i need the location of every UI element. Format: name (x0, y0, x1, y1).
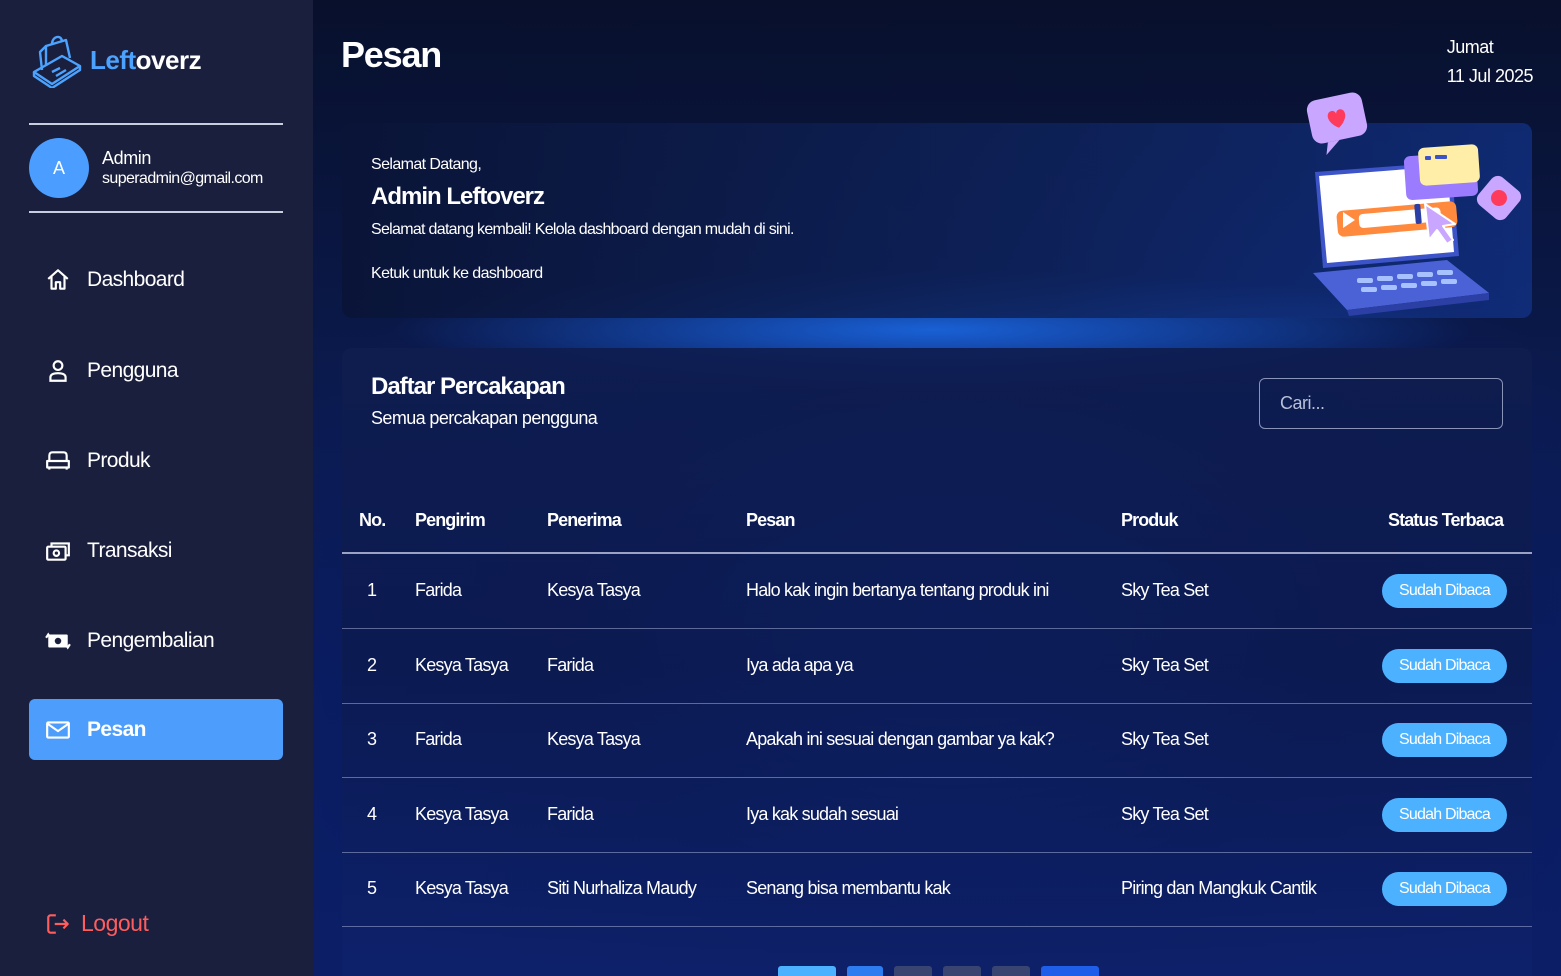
sidebar-item-label: Transaksi (87, 538, 172, 562)
sidebar-item-pengguna[interactable]: Pengguna (29, 340, 283, 401)
table-row[interactable]: 5 Kesya Tasya Siti Nurhaliza Maudy Senan… (342, 852, 1532, 927)
search-input[interactable] (1280, 393, 1512, 414)
cell-receiver: Kesya Tasya (547, 729, 641, 749)
divider (29, 123, 283, 125)
cell-sender: Kesya Tasya (415, 804, 509, 824)
dashboard-link[interactable]: Ketuk untuk ke dashboard (371, 265, 543, 283)
status-badge: Sudah Dibaca (1382, 723, 1507, 757)
avatar: A (29, 138, 89, 198)
pagination-page-button[interactable] (894, 966, 932, 976)
refund-icon (45, 632, 71, 649)
cell-product: Piring dan Mangkuk Cantik (1121, 878, 1317, 898)
cell-receiver: Kesya Tasya (547, 580, 641, 600)
table-header: No. Pengirim Penerima Pesan Produk Statu… (342, 498, 1532, 554)
cell-sender: Farida (415, 729, 462, 749)
logout-icon (47, 913, 69, 934)
column-header: Produk (1121, 510, 1179, 530)
cell-receiver: Farida (547, 804, 594, 824)
table-row[interactable]: 3 Farida Kesya Tasya Apakah ini sesuai d… (342, 703, 1532, 778)
user-icon (49, 359, 67, 382)
user-email: superadmin@gmail.com (102, 170, 263, 187)
conversations-title: Daftar Percakapan (371, 373, 566, 400)
sidebar-item-dashboard[interactable]: Dashboard (29, 249, 283, 310)
status-badge: Sudah Dibaca (1382, 649, 1507, 683)
conversations-card: Daftar Percakapan Semua percakapan pengg… (342, 348, 1532, 976)
cell-sender: Kesya Tasya (415, 655, 509, 675)
column-header: Pesan (746, 510, 795, 530)
sidebar: Leftoverz A Admin superadmin@gmail.com D… (0, 0, 313, 976)
sidebar-item-label: Produk (87, 448, 151, 472)
sidebar-item-pengembalian[interactable]: Pengembalian (29, 610, 283, 671)
column-header: Pengirim (415, 510, 486, 530)
welcome-banner: Selamat Datang, Admin Leftoverz Selamat … (342, 92, 1532, 318)
welcome-greeting: Selamat Datang, (371, 156, 482, 173)
table-row[interactable]: 1 Farida Kesya Tasya Halo kak ingin bert… (342, 554, 1532, 629)
pagination-prev-button[interactable] (778, 966, 836, 976)
cell-message: Apakah ini sesuai dengan gambar ya kak? (746, 729, 1055, 749)
logout-button[interactable]: Logout (45, 910, 149, 937)
cell-message: Iya ada apa ya (746, 655, 854, 675)
cell-no: 1 (367, 580, 377, 600)
cell-sender: Kesya Tasya (415, 878, 509, 898)
money-icon (46, 541, 70, 561)
current-date-value: 11 Jul 2025 (1446, 66, 1534, 86)
cell-no: 2 (367, 655, 377, 675)
column-header: No. (359, 510, 386, 530)
cell-message: Halo kak ingin bertanya tentang produk i… (746, 580, 1049, 600)
cell-no: 3 (367, 729, 377, 749)
pagination-page-button[interactable] (992, 966, 1030, 976)
cell-no: 4 (367, 804, 377, 824)
current-date: Jumat 11 Jul 2025 (1446, 33, 1534, 91)
status-badge: Sudah Dibaca (1382, 872, 1507, 906)
status-badge: Sudah Dibaca (1382, 574, 1507, 608)
cell-message: Senang bisa membantu kak (746, 878, 951, 898)
cell-message: Iya kak sudah sesuai (746, 804, 899, 824)
cell-product: Sky Tea Set (1121, 729, 1209, 749)
cell-product: Sky Tea Set (1121, 580, 1209, 600)
mail-icon (46, 720, 70, 739)
user-name: Admin (102, 148, 152, 168)
cell-product: Sky Tea Set (1121, 804, 1209, 824)
sidebar-item-label: Dashboard (87, 267, 185, 291)
sidebar-item-pesan[interactable]: Pesan (29, 699, 283, 760)
cell-receiver: Farida (547, 655, 594, 675)
table-row[interactable]: 4 Kesya Tasya Farida Iya kak sudah sesua… (342, 778, 1532, 853)
cell-receiver: Siti Nurhaliza Maudy (547, 878, 697, 898)
main-content: Pesan Jumat 11 Jul 2025 Selamat Datang, … (313, 0, 1561, 976)
app-logo[interactable]: Leftoverz (30, 32, 202, 88)
home-icon (47, 268, 69, 290)
sidebar-item-transaksi[interactable]: Transaksi (29, 520, 283, 581)
page-title: Pesan (341, 34, 442, 75)
welcome-name: Admin Leftoverz (371, 183, 545, 210)
search-box (1259, 378, 1512, 429)
sidebar-item-label: Pesan (87, 717, 146, 741)
sofa-icon (46, 450, 70, 470)
welcome-text: Selamat datang kembali! Kelola dashboard… (371, 221, 794, 238)
user-profile: A Admin superadmin@gmail.com (29, 138, 263, 198)
laptop-illustration (1306, 92, 1522, 316)
cell-product: Sky Tea Set (1121, 655, 1209, 675)
cell-no: 5 (367, 878, 377, 898)
shopping-bag-logo-icon (32, 35, 82, 88)
status-badge: Sudah Dibaca (1382, 798, 1507, 832)
current-day: Jumat (1446, 37, 1494, 57)
sidebar-item-produk[interactable]: Produk (29, 430, 283, 491)
cell-sender: Farida (415, 580, 462, 600)
sidebar-item-label: Pengembalian (87, 628, 215, 652)
pagination-page-button[interactable] (943, 966, 981, 976)
pagination-page-button[interactable] (847, 966, 883, 976)
pagination-next-button[interactable] (1041, 966, 1099, 976)
conversations-subtitle: Semua percakapan pengguna (371, 408, 598, 428)
logout-label: Logout (81, 910, 149, 936)
table-row[interactable]: 2 Kesya Tasya Farida Iya ada apa ya Sky … (342, 629, 1532, 704)
column-header: Penerima (547, 510, 622, 530)
pagination (778, 966, 1110, 976)
sidebar-item-label: Pengguna (87, 358, 179, 382)
column-header: Status Terbaca (1388, 510, 1504, 530)
app-name: Leftoverz (90, 44, 202, 75)
divider (29, 211, 283, 213)
